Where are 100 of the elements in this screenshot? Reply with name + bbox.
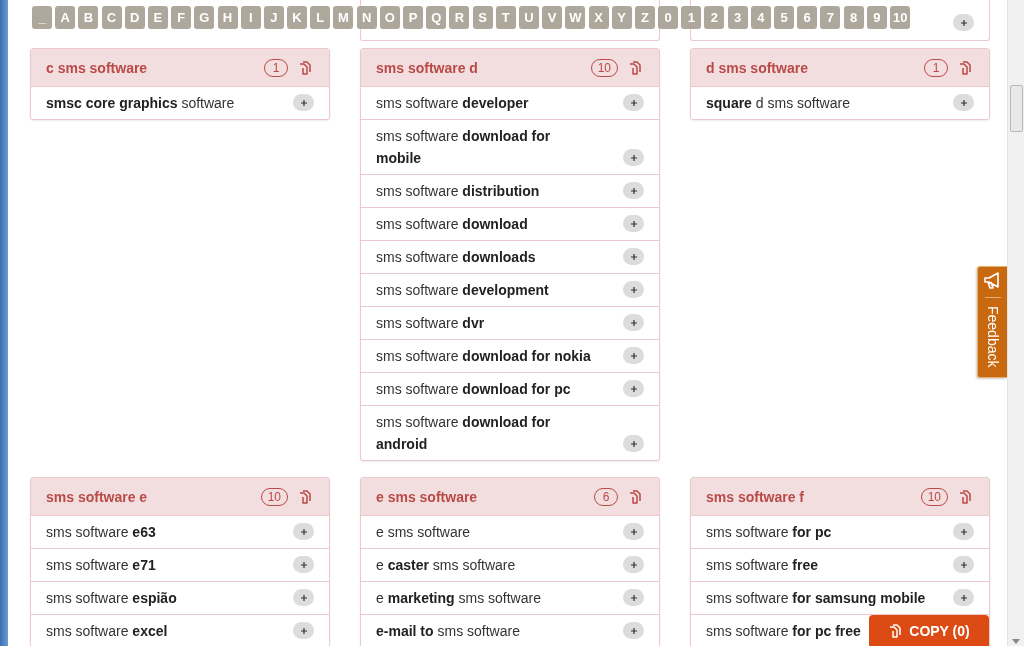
letter-button[interactable]: 5 [774,6,794,29]
letter-button[interactable]: _ [32,6,52,29]
keyword-link[interactable]: sms software download [376,213,528,235]
add-button[interactable] [293,94,314,111]
add-button[interactable] [293,589,314,606]
copy-icon[interactable] [628,59,644,76]
keyword-link[interactable]: e marketing sms software [376,587,541,609]
keyword-link[interactable]: square d sms software [706,92,850,114]
copy-icon[interactable] [958,488,974,505]
plus-icon [959,18,968,27]
letter-button[interactable]: 4 [750,6,771,29]
letter-button[interactable]: A [55,6,76,29]
keyword-link[interactable]: sms software download for mobile [376,125,596,169]
add-button[interactable] [623,182,644,199]
letter-button[interactable]: C [101,6,122,29]
keyword-link[interactable]: sms software dvr [376,312,485,334]
letter-button[interactable]: V [542,6,563,29]
letter-button[interactable]: Y [611,6,632,29]
keyword-link[interactable]: sms software for pc free [706,620,861,642]
keyword-link[interactable]: sms software excel [46,620,168,642]
add-button[interactable] [623,523,644,540]
plus-icon [629,153,638,162]
keyword-link[interactable]: e-mail to sms software [376,620,520,642]
add-button[interactable] [623,281,644,298]
add-button[interactable] [953,94,974,111]
letter-button[interactable]: J [263,6,284,29]
letter-button[interactable]: O [379,6,400,29]
add-button[interactable] [623,314,644,331]
keyword-link[interactable]: sms software e71 [46,554,156,576]
letter-button[interactable]: Q [426,6,447,29]
letter-button[interactable]: 0 [658,6,679,29]
keyword-link[interactable]: sms software for pc [706,521,832,543]
keyword-link[interactable]: smsc core graphics software [46,92,235,114]
letter-button[interactable]: E [147,6,168,29]
add-button[interactable] [623,149,644,166]
letter-button[interactable]: T [495,6,516,29]
letter-button[interactable]: 6 [797,6,818,29]
add-button[interactable] [953,556,974,573]
scroll-down-icon[interactable] [1012,639,1020,644]
letter-button[interactable]: P [403,6,423,29]
keyword-link[interactable]: sms software e63 [46,521,156,543]
letter-button[interactable]: R [449,6,470,29]
letter-button[interactable]: 2 [704,6,725,29]
letter-button[interactable]: M [333,6,354,29]
keyword-link[interactable]: sms software developer [376,92,529,114]
letter-button[interactable]: 8 [843,6,864,29]
keyword-link[interactable]: sms software free [706,554,819,576]
letter-button[interactable]: 7 [820,6,841,29]
keyword-link[interactable]: e caster sms software [376,554,516,576]
add-button[interactable] [623,380,644,397]
letter-button[interactable]: G [194,6,215,29]
keyword-link[interactable]: sms software development [376,279,549,301]
keyword-link[interactable]: sms software download for nokia [376,345,591,367]
copy-icon[interactable] [298,488,314,505]
letter-button[interactable]: H [217,6,238,29]
add-button[interactable] [293,523,314,540]
keyword-link[interactable]: sms software downloads [376,246,536,268]
add-button[interactable] [623,556,644,573]
feedback-tab[interactable]: Feedback [977,266,1007,379]
copy-button[interactable]: COPY (0) [869,615,989,646]
letter-button[interactable]: Z [634,6,655,29]
letter-button[interactable]: L [310,6,331,29]
letter-button[interactable]: 9 [866,6,887,29]
letter-button[interactable]: W [565,6,586,29]
copy-icon[interactable] [298,59,314,76]
copy-icon[interactable] [628,488,644,505]
copy-icon[interactable] [958,59,974,76]
letter-button[interactable]: 10 [889,6,911,29]
keyword-link[interactable]: e sms software [376,521,471,543]
scrollbar-thumb[interactable] [1010,85,1023,132]
add-button[interactable] [623,347,644,364]
letter-button[interactable]: 3 [727,6,748,29]
add-button[interactable] [623,622,644,639]
letter-button[interactable]: U [518,6,539,29]
keyword-link[interactable]: sms software for samsung mobile [706,587,926,609]
add-button[interactable] [623,94,644,111]
add-button[interactable] [293,556,314,573]
letter-button[interactable]: F [171,6,192,29]
letter-button[interactable]: 1 [681,6,702,29]
keyword-link[interactable]: sms software distribution [376,180,540,202]
add-button[interactable] [623,435,644,452]
scrollbar[interactable] [1007,0,1024,646]
add-button[interactable] [623,215,644,232]
add-button[interactable] [623,589,644,606]
letter-button[interactable]: B [78,6,99,29]
letter-button[interactable]: X [588,6,609,29]
add-button[interactable] [623,248,644,265]
add-button[interactable] [953,14,974,31]
add-button[interactable] [293,622,314,639]
letter-button[interactable]: N [356,6,377,29]
letter-button[interactable]: K [287,6,308,29]
add-button[interactable] [953,523,974,540]
letter-button[interactable]: I [240,6,261,29]
letter-button[interactable]: D [124,6,145,29]
letter-button[interactable]: S [472,6,493,29]
keyword-link[interactable]: sms software download for android [376,411,596,455]
add-button[interactable] [953,589,974,606]
keyword-link[interactable]: sms software download for pc [376,378,571,400]
keyword-link[interactable]: sms software espião [46,587,177,609]
card-title: e sms software [376,488,479,505]
